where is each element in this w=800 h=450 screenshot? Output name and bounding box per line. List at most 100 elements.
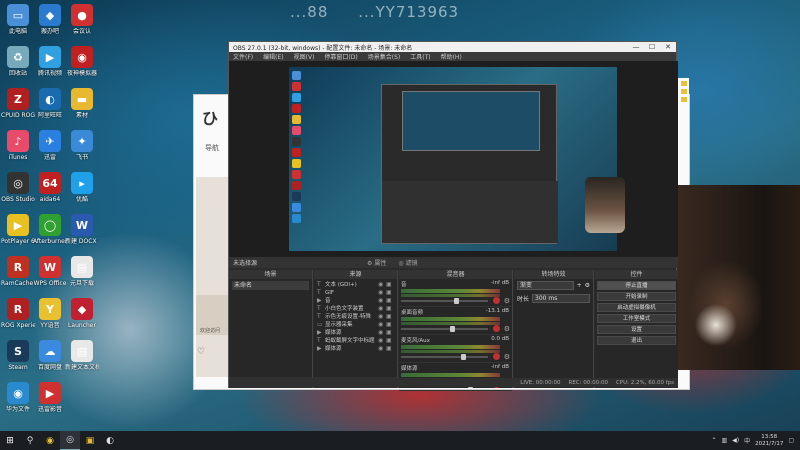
taskbar-clock[interactable]: 13:58 2021/7/17 bbox=[755, 434, 783, 448]
desktop-icon[interactable]: ▭ 此电脑 bbox=[1, 4, 35, 35]
desktop-icon[interactable]: ▬ 素材 bbox=[65, 88, 99, 119]
lock-icon[interactable]: ▣ bbox=[386, 281, 394, 289]
desktop-icon[interactable]: ◆ Launcher bbox=[65, 298, 99, 329]
gear-icon[interactable]: ⚙ bbox=[504, 297, 510, 305]
desktop-icon[interactable]: ▸ 优酷 bbox=[65, 172, 99, 203]
eye-icon[interactable]: ◉ bbox=[378, 305, 386, 313]
desktop-icon[interactable]: ◆ 搬办吧 bbox=[33, 4, 67, 35]
transition-select[interactable]: 渐变 bbox=[517, 281, 574, 290]
lock-icon[interactable]: ▣ bbox=[386, 313, 394, 321]
search-icon[interactable]: ⚲ bbox=[20, 431, 40, 450]
gear-icon[interactable]: ⚙ bbox=[504, 325, 510, 333]
desktop-icon[interactable]: ▶ 腾讯视频 bbox=[33, 46, 67, 77]
menu-file[interactable]: 文件(F) bbox=[233, 52, 253, 61]
app-taskbar-icon[interactable]: ▣ bbox=[80, 431, 100, 450]
desktop-icon[interactable]: ♪ iTunes bbox=[1, 130, 35, 161]
lock-icon[interactable]: ▣ bbox=[386, 321, 394, 329]
stop-streaming-button[interactable]: 停止直播 bbox=[597, 281, 676, 290]
source-item[interactable]: T 小白色文字装置 ◉ ▣ bbox=[317, 305, 394, 313]
volume-slider-knob[interactable] bbox=[460, 354, 466, 360]
input-method-icon[interactable]: 中 bbox=[744, 436, 750, 445]
desktop-icon[interactable]: R RamCache III bbox=[1, 256, 35, 287]
chevron-up-icon[interactable]: ⌃ bbox=[711, 437, 716, 444]
source-item[interactable]: T 蚂蚁截屏文字中标题 ◉ ▣ bbox=[317, 337, 394, 345]
volume-slider[interactable] bbox=[401, 300, 488, 302]
eye-icon[interactable]: ◉ bbox=[378, 337, 386, 345]
eye-icon[interactable]: ◉ bbox=[378, 313, 386, 321]
desktop-icon[interactable]: ◉ 华为文件 bbox=[1, 382, 35, 413]
desktop-icon[interactable]: ☁ 百度网盘 bbox=[33, 340, 67, 371]
lock-icon[interactable]: ▣ bbox=[386, 345, 394, 353]
lock-icon[interactable]: ▣ bbox=[386, 297, 394, 305]
menu-tools[interactable]: 工具(T) bbox=[410, 52, 430, 61]
speaker-icon[interactable] bbox=[493, 297, 500, 304]
start-recording-button[interactable]: 开始录制 bbox=[597, 292, 676, 301]
volume-icon[interactable]: ◀) bbox=[732, 437, 739, 444]
desktop-icon[interactable]: S Steam bbox=[1, 340, 35, 371]
lock-icon[interactable]: ▣ bbox=[386, 329, 394, 337]
chrome-icon[interactable]: ◉ bbox=[40, 431, 60, 450]
speaker-icon[interactable] bbox=[493, 353, 500, 360]
obs-taskbar-icon[interactable]: ◎ bbox=[60, 431, 80, 450]
desktop-icon[interactable]: ◎ OBS Studio bbox=[1, 172, 35, 203]
exit-button[interactable]: 退出 bbox=[597, 336, 676, 345]
eye-icon[interactable]: ◉ bbox=[378, 297, 386, 305]
notification-icon[interactable]: ▢ bbox=[788, 437, 794, 444]
settings-button[interactable]: 设置 bbox=[597, 325, 676, 334]
menu-edit[interactable]: 编辑(E) bbox=[263, 52, 283, 61]
duration-input[interactable]: 300 ms bbox=[532, 294, 590, 303]
windows-start-icon[interactable]: ⊞ bbox=[0, 431, 20, 450]
source-item[interactable]: ▶ 媒体源 ◉ ▣ bbox=[317, 345, 394, 353]
desktop-icon[interactable]: W 新建 DOCX 文档 bbox=[65, 214, 99, 245]
gear-icon[interactable]: ⚙ bbox=[585, 282, 590, 289]
eye-icon[interactable]: ◉ bbox=[378, 345, 386, 353]
desktop-icon[interactable]: ◐ 阿里旺旺 bbox=[33, 88, 67, 119]
obs-title-bar[interactable]: OBS 27.0.1 (32-bit, windows) - 配置文件: 未命名… bbox=[229, 42, 676, 52]
source-item[interactable]: T 文本 (GDI+) ◉ ▣ bbox=[317, 281, 394, 289]
speaker-icon[interactable] bbox=[493, 325, 500, 332]
close-icon[interactable]: ✕ bbox=[660, 43, 676, 51]
volume-slider-knob[interactable] bbox=[450, 326, 456, 332]
heart-icon[interactable]: ♡ bbox=[197, 347, 205, 357]
desktop-icon[interactable]: ✈ 迅雷 bbox=[33, 130, 67, 161]
desktop-icon[interactable]: R ROG Xperience bbox=[1, 298, 35, 329]
source-item[interactable]: T 示色无痕设置-特殊 ◉ ▣ bbox=[317, 313, 394, 321]
browser-nav-tab[interactable]: 导航 bbox=[205, 143, 219, 153]
browser-taskbar-icon[interactable]: ◐ bbox=[100, 431, 120, 450]
menu-help[interactable]: 帮助(H) bbox=[441, 52, 462, 61]
desktop-icon[interactable]: ▤ 元旦下载 bbox=[65, 256, 99, 287]
properties-button[interactable]: ⚙ 属性 bbox=[367, 258, 386, 267]
eye-icon[interactable]: ◉ bbox=[378, 321, 386, 329]
menu-docks[interactable]: 停靠窗口(D) bbox=[324, 52, 357, 61]
obs-preview[interactable] bbox=[229, 61, 678, 257]
desktop-icon[interactable]: ◉ 夜神模拟器 bbox=[65, 46, 99, 77]
source-item[interactable]: ▶ 媒体源 ◉ ▣ bbox=[317, 329, 394, 337]
network-icon[interactable]: ▥ bbox=[721, 437, 727, 444]
eye-icon[interactable]: ◉ bbox=[378, 329, 386, 337]
menu-scene-collection[interactable]: 场景集合(S) bbox=[368, 52, 401, 61]
lock-icon[interactable]: ▣ bbox=[386, 289, 394, 297]
eye-icon[interactable]: ◉ bbox=[378, 289, 386, 297]
volume-slider[interactable] bbox=[401, 356, 488, 358]
maximize-icon[interactable]: ☐ bbox=[644, 43, 660, 51]
minimize-icon[interactable]: — bbox=[628, 43, 644, 51]
desktop-icon[interactable]: 64 aida64 bbox=[33, 172, 67, 203]
desktop-icon[interactable]: ▤ 新建文本文档 bbox=[65, 340, 99, 371]
desktop-icon[interactable]: Y YY语音 bbox=[33, 298, 67, 329]
desktop-icon[interactable]: ▶ 迅雷影音 bbox=[33, 382, 67, 413]
desktop-icon[interactable]: ♻ 回收站 bbox=[1, 46, 35, 77]
add-icon[interactable]: + bbox=[577, 282, 582, 289]
source-item[interactable]: T GIF ◉ ▣ bbox=[317, 289, 394, 297]
desktop-icon[interactable]: ✦ 飞书 bbox=[65, 130, 99, 161]
scene-item[interactable]: 未命名 bbox=[232, 281, 309, 290]
gear-icon[interactable]: ⚙ bbox=[504, 353, 510, 361]
desktop-icon[interactable]: Z CPUID ROG CPU-Z bbox=[1, 88, 35, 119]
eye-icon[interactable]: ◉ bbox=[378, 281, 386, 289]
volume-slider[interactable] bbox=[401, 328, 488, 330]
lock-icon[interactable]: ▣ bbox=[386, 337, 394, 345]
obs-window[interactable]: OBS 27.0.1 (32-bit, windows) - 配置文件: 未命名… bbox=[228, 41, 678, 391]
menu-view[interactable]: 视图(V) bbox=[294, 52, 315, 61]
volume-slider-knob[interactable] bbox=[453, 298, 459, 304]
desktop-icon[interactable]: ● 会议认 bbox=[65, 4, 99, 35]
start-virtual-camera-button[interactable]: 启动虚拟摄像机 bbox=[597, 303, 676, 312]
